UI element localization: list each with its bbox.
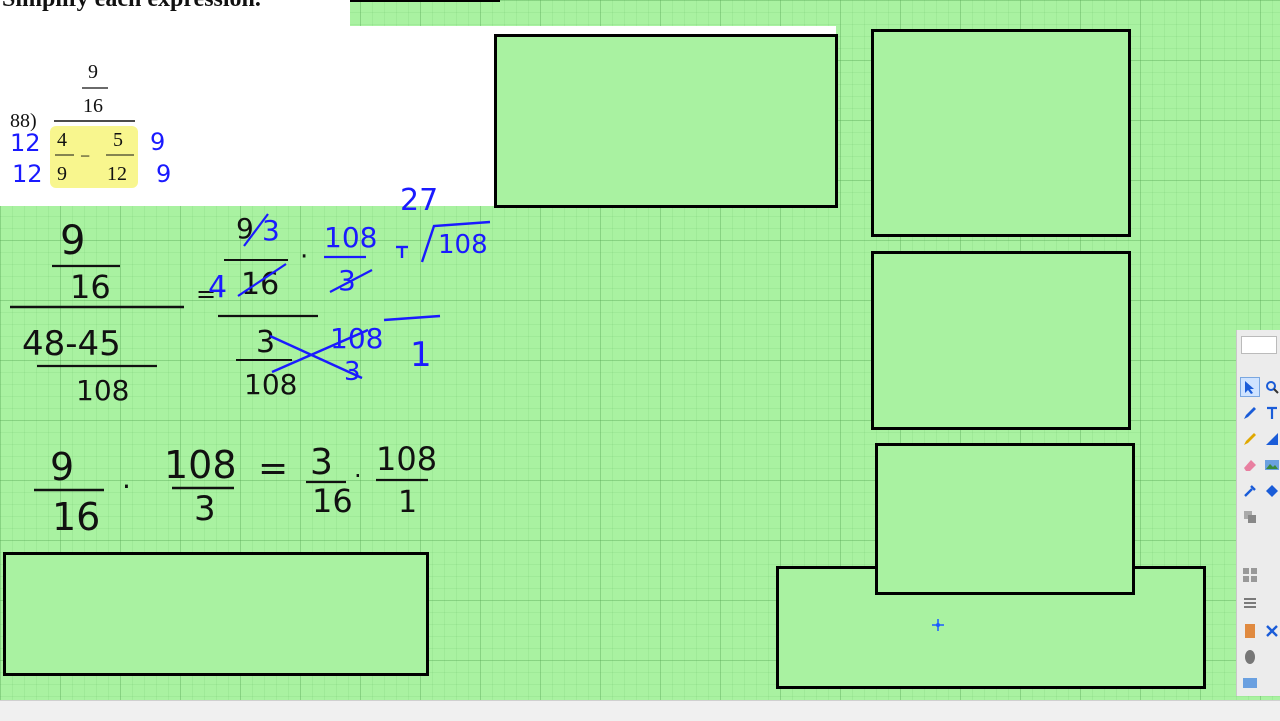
eyedropper-tool[interactable] (1241, 482, 1259, 500)
mouse-icon (1245, 650, 1255, 664)
black-work-step1: 9 16 48-45 108 = (10, 218, 216, 407)
row2-d-num: 108 (376, 440, 437, 478)
page-icon (1245, 624, 1255, 638)
highlighter-icon (1244, 433, 1256, 445)
grid-icon (1243, 568, 1257, 582)
gallery-tool[interactable] (1241, 674, 1259, 692)
row2-b-den: 3 (194, 489, 216, 529)
step1-top-den: 16 (70, 268, 111, 306)
move-cursor-icon (932, 619, 944, 631)
step2-mult-num: 108 (324, 221, 377, 254)
text-tool[interactable] (1263, 404, 1280, 422)
whiteboard-canvas[interactable]: Simplify each expression. 88) 9 16 4 9 −… (0, 0, 1280, 720)
row2-dot-1: · (122, 470, 131, 503)
shape-icon (1266, 485, 1278, 497)
fill-tool[interactable] (1263, 430, 1280, 448)
status-bar (0, 700, 1280, 721)
row2-c-den: 16 (312, 482, 353, 520)
pen-icon (1244, 407, 1256, 419)
step1-top-num: 9 (60, 218, 85, 264)
image-tool[interactable] (1263, 456, 1280, 474)
step2-bottom-den: 108 (244, 368, 297, 401)
page-tool[interactable] (1241, 622, 1259, 640)
row2-d-den: 1 (398, 485, 417, 520)
row2-c-num: 3 (310, 442, 333, 483)
zoom-icon (1266, 381, 1279, 394)
highlighter-tool[interactable] (1241, 430, 1259, 448)
step1-bottom-num: 48-45 (22, 324, 121, 364)
tool-palette (1236, 330, 1280, 696)
multiplier-right-bottom: 9 (156, 160, 171, 188)
step2-dot: · (300, 242, 308, 272)
eraser-icon (1244, 460, 1256, 471)
eyedropper-icon (1244, 485, 1256, 497)
row2-a-num: 9 (50, 445, 74, 489)
side-quotient: 27 (400, 183, 438, 218)
problem-top-num: 9 (88, 61, 98, 83)
step2-den-prefix: 4 (208, 270, 227, 305)
problem-b-den: 12 (107, 163, 127, 185)
pen-tool[interactable] (1241, 404, 1259, 422)
eraser-tool[interactable] (1241, 456, 1259, 474)
lines-tool[interactable] (1241, 594, 1259, 612)
multiplier-left-top: 12 (10, 129, 41, 157)
black-work-row2: 9 16 · 108 3 = 3 16 · 108 1 (34, 440, 437, 539)
mouse-tool[interactable] (1241, 648, 1259, 666)
select-arrow-tool[interactable] (1240, 377, 1260, 397)
side-dividend: 108 (438, 230, 488, 260)
problem-top-den: 16 (83, 95, 103, 117)
problem-a-den: 9 (57, 163, 67, 185)
step2-num: 9 (236, 212, 254, 245)
group-tool[interactable] (1241, 508, 1259, 526)
palette-header (1241, 336, 1277, 354)
step2-cross-num: 108 (330, 322, 383, 355)
group-icon (1244, 511, 1256, 523)
step2-bottom-num: 3 (256, 325, 275, 360)
step1-bottom-den: 108 (76, 374, 129, 407)
fill-icon (1266, 433, 1278, 445)
gallery-icon (1243, 678, 1257, 688)
problem-a-num: 4 (57, 129, 67, 151)
close-tool[interactable] (1263, 622, 1280, 640)
text-icon (1267, 406, 1277, 419)
row2-equals: = (258, 448, 288, 489)
image-icon (1265, 460, 1279, 470)
lines-icon (1244, 598, 1256, 608)
row2-a-den: 16 (52, 495, 100, 539)
zoom-tool[interactable] (1263, 378, 1280, 396)
row2-b-num: 108 (164, 443, 237, 487)
ink-layer: 88) 9 16 4 9 − 5 12 12 12 9 9 9 16 48-45 (10, 61, 944, 631)
close-icon (1266, 625, 1278, 637)
grid-tool[interactable] (1241, 566, 1259, 584)
side-one: 1 (410, 335, 432, 375)
multiplier-right-top: 9 (150, 128, 165, 156)
problem-b-num: 5 (113, 129, 123, 151)
problem-op: − (80, 146, 90, 166)
row2-dot-2: · (354, 462, 362, 490)
select-arrow-icon (1245, 381, 1254, 394)
shape-tool[interactable] (1263, 482, 1280, 500)
multiplier-left-bottom: 12 (12, 160, 43, 188)
